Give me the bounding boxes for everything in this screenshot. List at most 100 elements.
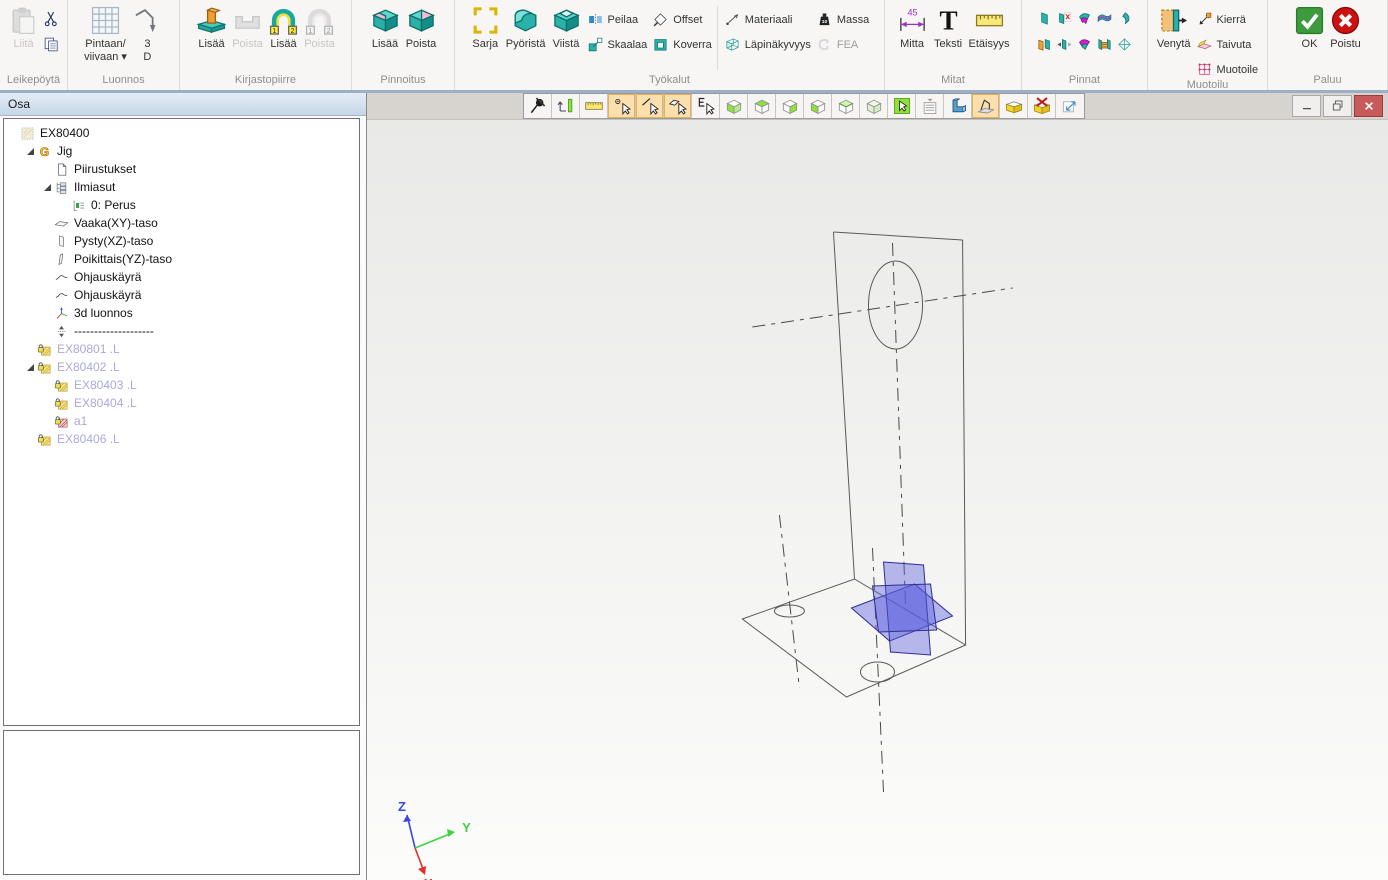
model-canvas[interactable]: Z Y X [367, 120, 1388, 880]
poistu-button[interactable]: Poistu [1328, 3, 1363, 53]
peilaa-button[interactable]: Peilaa [585, 11, 650, 28]
button-label: Sarja [472, 38, 498, 51]
tree-item-ex80406-l[interactable]: EX80406 .L [4, 430, 359, 448]
button-label: Venytä [1157, 38, 1191, 51]
restore-button[interactable] [1323, 95, 1352, 117]
base-hole-1 [774, 605, 804, 617]
cube-solid-button[interactable] [720, 94, 748, 118]
copy-button[interactable] [42, 35, 61, 54]
surface-move-button[interactable] [1055, 35, 1074, 54]
surface-patch-button[interactable] [1115, 35, 1134, 54]
select-point-button[interactable] [608, 94, 636, 118]
tree-item-ohjausk-yr[interactable]: Ohjauskäyrä [4, 268, 359, 286]
drawings-icon [54, 162, 69, 177]
cut-button[interactable] [42, 9, 61, 28]
lis-button[interactable]: Lisää [368, 3, 403, 53]
select-edge-button[interactable] [636, 94, 664, 118]
ok-icon [1294, 5, 1325, 36]
button-label: OK [1302, 38, 1318, 51]
expander-icon[interactable] [27, 148, 34, 155]
ribbon-group-pinnoitus: LisääPoistaPinnoitus [352, 0, 455, 90]
surface-replace-button[interactable] [1035, 35, 1054, 54]
tree-item-ex80403-l[interactable]: EX80403 .L [4, 376, 359, 394]
sarja-button[interactable]: Sarja [468, 3, 503, 53]
offset-button[interactable]: Offset [650, 11, 714, 28]
cube-back-button[interactable] [832, 94, 860, 118]
part-tree[interactable]: EX80400GJigPiirustuksetIlmiasut0: PerusV… [3, 118, 360, 726]
tree-item-ex80801-l[interactable]: EX80801 .L [4, 340, 359, 358]
box-delete-button[interactable] [1028, 94, 1056, 118]
tree-item-pysty-xz-taso[interactable]: Pysty(XZ)-taso [4, 232, 359, 250]
surface-loft-button[interactable] [1095, 35, 1114, 54]
kierr-button[interactable]: Kierrä [1194, 11, 1261, 28]
tree-item-a1[interactable]: a1 [4, 412, 359, 430]
close-button[interactable] [1354, 95, 1383, 117]
expander-icon[interactable] [27, 364, 34, 371]
fea-icon [816, 36, 833, 53]
tree-item-label: EX80402 .L [57, 360, 120, 374]
poista-button[interactable]: Poista [230, 3, 265, 53]
pin-button[interactable] [524, 94, 552, 118]
muotoile-button[interactable]: Muotoile [1194, 61, 1261, 78]
expander-icon[interactable] [44, 184, 51, 191]
cube-iso-button[interactable] [860, 94, 888, 118]
tree-item-0-perus[interactable]: 0: Perus [4, 196, 359, 214]
cube-top-button[interactable] [748, 94, 776, 118]
surface-blend-button[interactable] [1095, 9, 1114, 28]
box-open-button[interactable] [1000, 94, 1028, 118]
feature-tool-button[interactable] [944, 94, 972, 118]
list-menu-button[interactable] [916, 94, 944, 118]
surface-delete-button[interactable] [1055, 9, 1074, 28]
fit-frame-button[interactable] [552, 94, 580, 118]
expand-view-button[interactable] [1056, 94, 1084, 118]
tree-item-ilmiasut[interactable]: Ilmiasut [4, 178, 359, 196]
sketch-plane-button[interactable] [972, 94, 1000, 118]
ruler-button[interactable] [580, 94, 608, 118]
tree-item-ex80400[interactable]: EX80400 [4, 124, 359, 142]
tree-item-ex80404-l[interactable]: EX80404 .L [4, 394, 359, 412]
massa-button[interactable]: 10Massa [814, 11, 871, 28]
tree-item-poikittais-yz-taso[interactable]: Poikittais(YZ)-taso [4, 250, 359, 268]
koverra-button[interactable]: Koverra [650, 36, 714, 53]
tree-item-piirustukset[interactable]: Piirustukset [4, 160, 359, 178]
tree-item-ex80402-l[interactable]: EX80402 .L [4, 358, 359, 376]
mitta-button[interactable]: 45Mitta [895, 3, 930, 53]
cube-right-button[interactable] [776, 94, 804, 118]
datum-planes[interactable] [851, 562, 952, 655]
lis-button[interactable]: Lisää [194, 3, 229, 53]
select-box-button[interactable] [888, 94, 916, 118]
skaalaa-button[interactable]: Skaalaa [585, 36, 650, 53]
pintaan-viivaan-button[interactable]: Pintaan/ viivaan ▾ [82, 3, 129, 66]
materiaali-button[interactable]: Materiaali [722, 11, 813, 28]
3-d-button[interactable]: 3 D [130, 3, 165, 66]
surface-sweep-button[interactable] [1115, 9, 1134, 28]
shell-icon [652, 36, 669, 53]
group-label: Leikepöytä [0, 73, 67, 90]
tree-item-item[interactable]: -------------------- [4, 322, 359, 340]
surface-add-button[interactable] [1035, 9, 1054, 28]
viist-button[interactable]: Viistä [549, 3, 584, 53]
tree-item-vaaka-xy-taso[interactable]: Vaaka(XY)-taso [4, 214, 359, 232]
tree-item-jig[interactable]: GJig [4, 142, 359, 160]
teksti-button[interactable]: TTeksti [931, 3, 966, 53]
ok-button[interactable]: OK [1292, 3, 1327, 53]
et-isyys-button[interactable]: Etäisyys [967, 3, 1012, 53]
tree-item-ohjausk-yr[interactable]: Ohjauskäyrä [4, 286, 359, 304]
fea-button[interactable]: FEA [814, 36, 871, 53]
minimize-button[interactable] [1292, 95, 1321, 117]
select-face-button[interactable] [664, 94, 692, 118]
taivuta-button[interactable]: Taivuta [1194, 36, 1261, 53]
py-rist-button[interactable]: Pyöristä [504, 3, 548, 53]
liit-button[interactable]: Liitä [6, 3, 41, 53]
poista-button[interactable]: 12Poista [302, 3, 337, 53]
button-label: Liitä [13, 38, 33, 51]
poista-button[interactable]: Poista [404, 3, 439, 53]
venyt-button[interactable]: Venytä [1155, 3, 1193, 53]
select-feature-button[interactable] [692, 94, 720, 118]
l-pin-kyvyys-button[interactable]: Läpinäkyvyys [722, 36, 813, 53]
lis-button[interactable]: 12Lisää [266, 3, 301, 53]
surface-trim-button[interactable] [1075, 9, 1094, 28]
surface-extend-button[interactable] [1075, 35, 1094, 54]
cube-left-button[interactable] [804, 94, 832, 118]
tree-item-3d-luonnos[interactable]: 3d luonnos [4, 304, 359, 322]
